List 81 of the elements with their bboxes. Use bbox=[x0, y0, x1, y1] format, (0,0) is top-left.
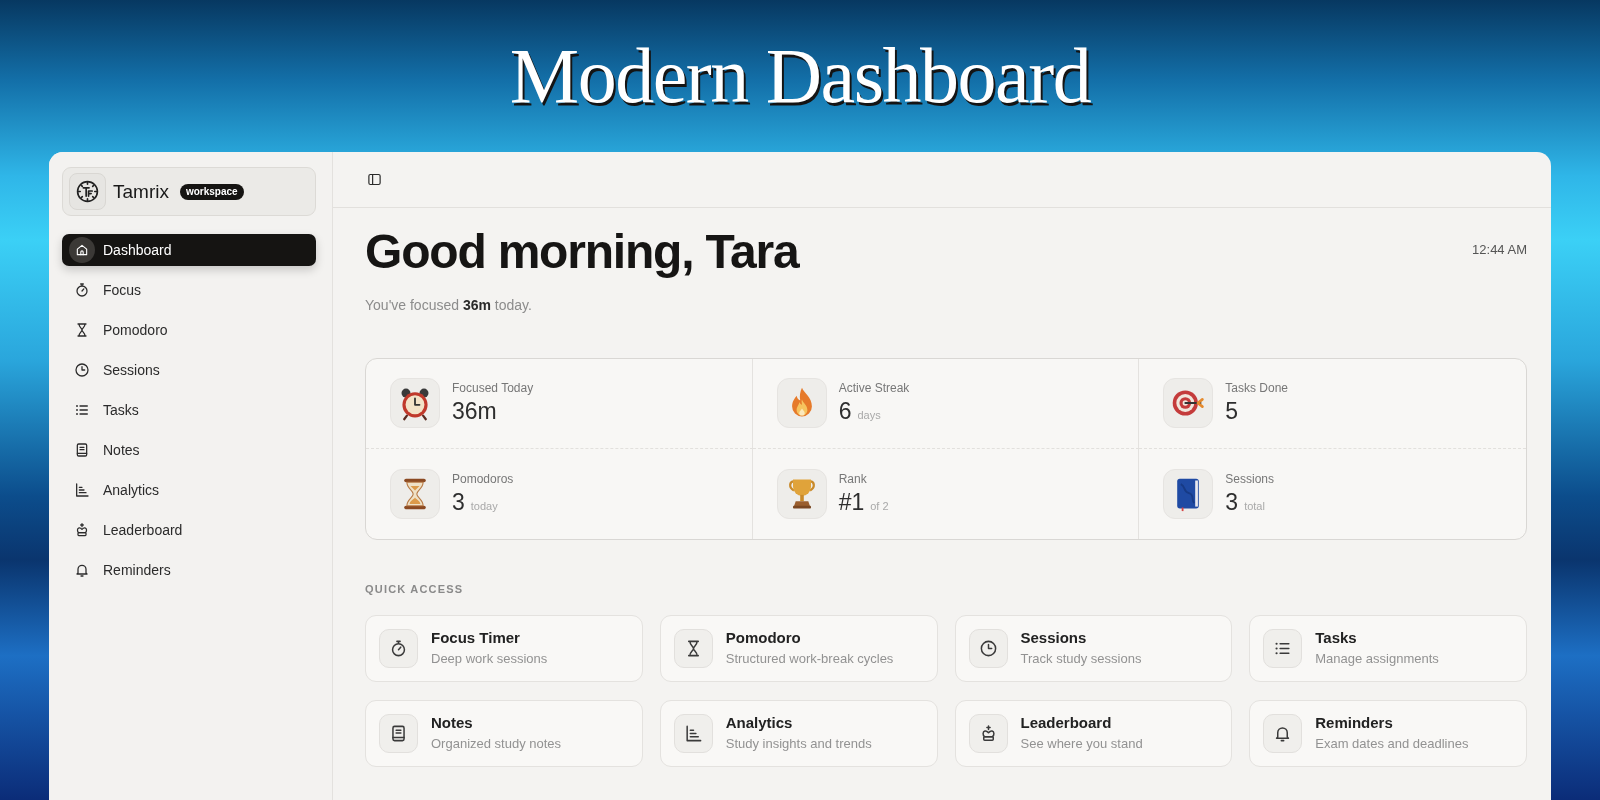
stat-label: Tasks Done bbox=[1225, 381, 1289, 396]
stat-label: Active Streak bbox=[838, 381, 910, 396]
bell-icon bbox=[74, 562, 90, 578]
quick-access-card[interactable]: Sessions Track study sessions bbox=[954, 614, 1233, 682]
page-title: Modern Dashboard bbox=[509, 37, 1091, 115]
quick-access-card[interactable]: Leaderboard See where you stand bbox=[954, 699, 1233, 767]
alarm-clock-icon bbox=[390, 378, 440, 429]
dart-target-icon bbox=[1163, 378, 1214, 429]
clock-icon bbox=[968, 628, 1008, 668]
stat-label: Rank bbox=[838, 471, 868, 486]
workspace-badge: workspace bbox=[179, 183, 244, 200]
notebook-icon bbox=[74, 442, 90, 458]
bell-icon bbox=[1263, 713, 1303, 753]
clock-icon bbox=[74, 362, 90, 378]
stat-value: 3 bbox=[1225, 488, 1239, 516]
nav-item[interactable]: Analytics bbox=[62, 474, 316, 506]
nav-item[interactable]: Dashboard bbox=[62, 234, 316, 266]
trophy-icon bbox=[776, 468, 827, 519]
stat-label: Focused Today bbox=[452, 381, 534, 396]
nav-item[interactable]: Sessions bbox=[62, 354, 316, 386]
workspace-card[interactable]: Tamrix workspace bbox=[62, 167, 316, 216]
crown-icon bbox=[968, 713, 1008, 753]
list-icon bbox=[1263, 628, 1303, 668]
stat-unit: total bbox=[1244, 499, 1265, 512]
card-description: See where you stand bbox=[1020, 736, 1143, 753]
card-title: Notes bbox=[431, 714, 474, 733]
nav-item[interactable]: Focus bbox=[62, 274, 316, 306]
logo-icon bbox=[69, 173, 106, 210]
card-title: Tasks bbox=[1315, 629, 1358, 648]
stat-value: 3 bbox=[452, 488, 465, 516]
stat-unit: today bbox=[470, 499, 498, 512]
card-title: Analytics bbox=[725, 714, 794, 733]
focus-summary: You've focused 36m today. bbox=[365, 296, 533, 314]
hourglass-icon bbox=[390, 468, 440, 519]
nav-item[interactable]: Leaderboard bbox=[62, 514, 316, 546]
stat-label: Pomodoros bbox=[452, 471, 514, 486]
notebook-icon bbox=[379, 713, 418, 753]
bar-chart-icon bbox=[673, 713, 713, 753]
card-title: Sessions bbox=[1020, 629, 1088, 648]
notebook-icon bbox=[1163, 468, 1214, 519]
stopwatch-icon bbox=[74, 282, 90, 298]
stat-value: 36m bbox=[452, 398, 497, 426]
nav-item[interactable]: Reminders bbox=[62, 554, 316, 586]
card-description: Track study sessions bbox=[1020, 651, 1142, 668]
hourglass-icon bbox=[673, 628, 713, 668]
stat-unit: of 2 bbox=[870, 499, 889, 512]
card-description: Organized study notes bbox=[431, 736, 562, 753]
section-label: QUICK ACCESS bbox=[365, 582, 465, 596]
quick-access-card[interactable]: Pomodoro Structured work-break cycles bbox=[659, 614, 938, 682]
card-title: Reminders bbox=[1315, 714, 1394, 733]
stat-value: #1 bbox=[838, 488, 865, 516]
quick-access-card[interactable]: Analytics Study insights and trends bbox=[659, 699, 938, 767]
card-description: Study insights and trends bbox=[725, 736, 872, 753]
crown-icon bbox=[74, 522, 90, 538]
stat-unit: days bbox=[857, 409, 881, 422]
home-icon bbox=[69, 237, 95, 263]
nav-item[interactable]: Notes bbox=[62, 434, 316, 466]
card-description: Manage assignments bbox=[1315, 651, 1439, 668]
stat-label: Sessions bbox=[1225, 471, 1275, 486]
bar-chart-icon bbox=[74, 482, 90, 498]
stat-value: 6 bbox=[838, 398, 852, 426]
greeting-heading: Good morning, Tara bbox=[365, 226, 799, 279]
list-icon bbox=[74, 402, 90, 418]
quick-access-card[interactable]: Tasks Manage assignments bbox=[1249, 614, 1527, 682]
nav-item[interactable]: Pomodoro bbox=[62, 314, 316, 346]
quick-access-card[interactable]: Notes Organized study notes bbox=[365, 699, 643, 767]
clock-time: 12:44 AM bbox=[1472, 242, 1527, 257]
workspace-name: Tamrix bbox=[113, 180, 169, 203]
nav-item[interactable]: Tasks bbox=[62, 394, 316, 426]
card-title: Leaderboard bbox=[1020, 714, 1113, 733]
quick-access-card[interactable]: Reminders Exam dates and deadlines bbox=[1249, 699, 1527, 767]
stat-value: 5 bbox=[1225, 398, 1239, 426]
card-title: Focus Timer bbox=[431, 629, 521, 648]
flame-icon bbox=[776, 378, 827, 429]
quick-access-card[interactable]: Focus Timer Deep work sessions bbox=[365, 614, 643, 682]
stopwatch-icon bbox=[379, 628, 418, 668]
card-description: Deep work sessions bbox=[431, 651, 548, 668]
sidebar-icon[interactable] bbox=[367, 172, 382, 187]
card-title: Pomodoro bbox=[725, 629, 802, 648]
card-description: Exam dates and deadlines bbox=[1315, 736, 1469, 753]
card-description: Structured work-break cycles bbox=[725, 651, 894, 668]
